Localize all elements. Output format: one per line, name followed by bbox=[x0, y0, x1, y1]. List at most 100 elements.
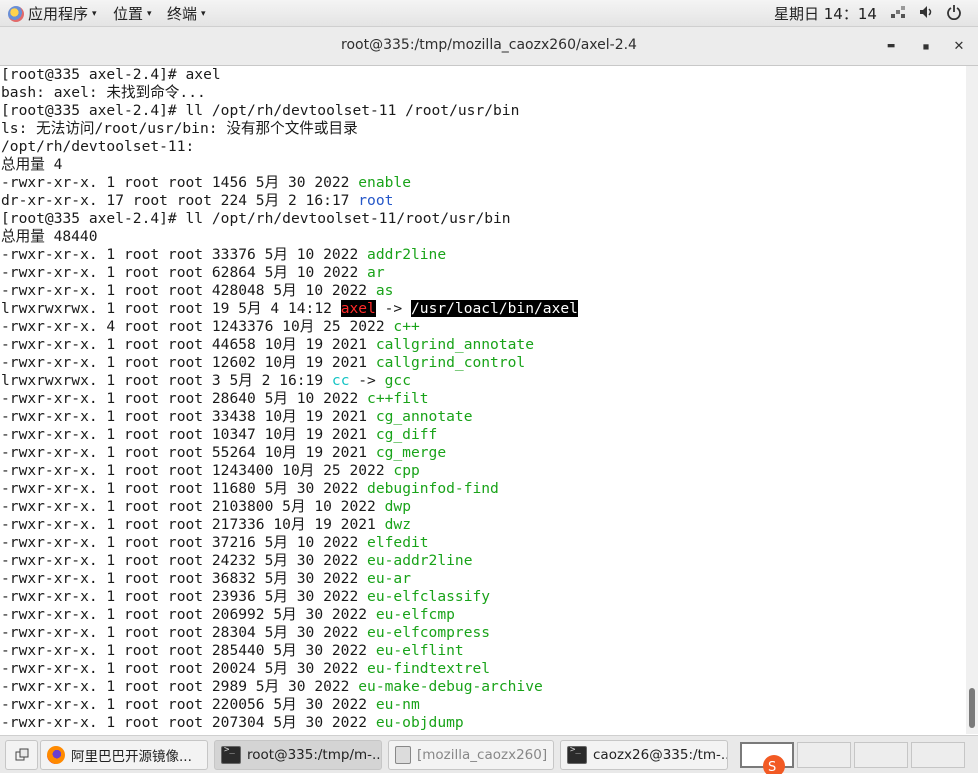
terminal-app-label: 终端 bbox=[167, 5, 198, 23]
file-name: callgrind_control bbox=[375, 354, 526, 371]
line-text: -rwxr-xr-x. 1 root root 24232 5月 30 2022 bbox=[1, 552, 368, 569]
file-name: axel bbox=[340, 300, 376, 317]
terminal-line: /opt/rh/devtoolset-11: bbox=[1, 138, 194, 156]
line-text: -rwxr-xr-x. 1 root root 428048 5月 10 202… bbox=[1, 282, 376, 299]
terminal-line: -rwxr-xr-x. 1 root root 12602 10月 19 202… bbox=[1, 354, 525, 372]
task-folder-mozilla[interactable]: [mozilla_caozx260] bbox=[388, 740, 554, 770]
line-text: -rwxr-xr-x. 1 root root 285440 5月 30 202… bbox=[1, 642, 376, 659]
file-name: cc bbox=[331, 372, 350, 389]
line-text: -rwxr-xr-x. 1 root root 217336 10月 19 20… bbox=[1, 516, 385, 533]
file-name: addr2line bbox=[367, 246, 447, 263]
window-title: root@335:/tmp/mozilla_caozx260/axel-2.4 bbox=[341, 37, 637, 53]
terminal-line: [root@335 axel-2.4]# axel bbox=[1, 66, 221, 84]
file-name: cg_diff bbox=[375, 426, 438, 443]
terminal-line: -rwxr-xr-x. 1 root root 28304 5月 30 2022… bbox=[1, 624, 490, 642]
line-text: -rwxr-xr-x. 1 root root 55264 10月 19 202… bbox=[1, 444, 376, 461]
line-text: -rwxr-xr-x. 1 root root 2989 5月 30 2022 bbox=[1, 678, 359, 695]
input-method-icon[interactable]: S bbox=[762, 752, 802, 774]
minimize-button[interactable]: ▬ bbox=[880, 35, 902, 57]
applications-label: 应用程序 bbox=[28, 5, 89, 23]
terminal-line: [root@335 axel-2.4]# ll /opt/rh/devtools… bbox=[1, 102, 519, 120]
line-text: 总用量 48440 bbox=[1, 228, 98, 245]
file-name: eu-elflint bbox=[375, 642, 464, 659]
workspace-2[interactable] bbox=[797, 742, 851, 768]
line-text: -rwxr-xr-x. 1 root root 33438 10月 19 202… bbox=[1, 408, 376, 425]
workspace-4[interactable] bbox=[911, 742, 965, 768]
line-text: -rwxr-xr-x. 1 root root 12602 10月 19 202… bbox=[1, 354, 376, 371]
link-target: gcc bbox=[384, 372, 411, 389]
show-desktop-icon bbox=[15, 748, 28, 761]
line-text: -rwxr-xr-x. 1 root root 33376 5月 10 2022 bbox=[1, 246, 368, 263]
link-arrow: -> bbox=[375, 300, 411, 317]
close-button[interactable]: ✕ bbox=[948, 35, 970, 57]
line-text: bash: axel: 未找到命令... bbox=[1, 84, 206, 101]
file-name: c++filt bbox=[367, 390, 429, 407]
terminal-line: lrwxrwxrwx. 1 root root 19 5月 4 14:12 ax… bbox=[1, 300, 578, 318]
file-name: dwz bbox=[384, 516, 411, 533]
line-text: [root@335 axel-2.4]# ll /opt/rh/devtools… bbox=[1, 102, 520, 119]
terminal-line: [root@335 axel-2.4]# ll /opt/rh/devtools… bbox=[1, 210, 511, 228]
terminal-line: -rwxr-xr-x. 1 root root 220056 5月 30 202… bbox=[1, 696, 420, 714]
terminal-line: lrwxrwxrwx. 1 root root 3 5月 2 16:19 cc … bbox=[1, 372, 411, 390]
task-terminal-root[interactable]: root@335:/tmp/m-... bbox=[214, 740, 382, 770]
places-menu[interactable]: 位置 ▾ bbox=[113, 3, 152, 24]
terminal-line: 总用量 4 bbox=[1, 156, 62, 174]
line-text: -rwxr-xr-x. 1 root root 206992 5月 30 202… bbox=[1, 606, 376, 623]
file-name: c++ bbox=[393, 318, 420, 335]
scrollbar-thumb[interactable] bbox=[969, 688, 975, 728]
terminal-line: -rwxr-xr-x. 1 root root 33376 5月 10 2022… bbox=[1, 246, 446, 264]
terminal-app-menu[interactable]: 终端 ▾ bbox=[167, 3, 206, 24]
line-text: -rwxr-xr-x. 1 root root 220056 5月 30 202… bbox=[1, 696, 376, 713]
firefox-icon bbox=[47, 746, 65, 764]
terminal-line: -rwxr-xr-x. 1 root root 62864 5月 10 2022… bbox=[1, 264, 385, 282]
power-icon[interactable] bbox=[944, 2, 964, 22]
file-name: cpp bbox=[393, 462, 420, 479]
terminal-line: -rwxr-xr-x. 1 root root 2989 5月 30 2022 … bbox=[1, 678, 543, 696]
line-text: ls: 无法访问/root/usr/bin: 没有那个文件或目录 bbox=[1, 120, 358, 137]
close-icon: ✕ bbox=[953, 38, 965, 54]
task-firefox[interactable]: 阿里巴巴开源镜像... bbox=[40, 740, 208, 770]
task-terminal-caozx26[interactable]: caozx26@335:/tm-... bbox=[560, 740, 728, 770]
line-text: -rwxr-xr-x. 1 root root 10347 10月 19 202… bbox=[1, 426, 376, 443]
task-label: 阿里巴巴开源镜像... bbox=[71, 749, 192, 765]
volume-icon[interactable] bbox=[916, 2, 936, 22]
terminal-line: -rwxr-xr-x. 1 root root 217336 10月 19 20… bbox=[1, 516, 411, 534]
maximize-button[interactable]: ◼ bbox=[915, 35, 937, 57]
terminal-line: dr-xr-xr-x. 17 root root 224 5月 2 16:17 … bbox=[1, 192, 393, 210]
terminal-line: -rwxr-xr-x. 1 root root 33438 10月 19 202… bbox=[1, 408, 472, 426]
terminal-line: -rwxr-xr-x. 1 root root 36832 5月 30 2022… bbox=[1, 570, 411, 588]
chevron-down-icon: ▾ bbox=[201, 8, 206, 19]
window-titlebar[interactable]: root@335:/tmp/mozilla_caozx260/axel-2.4 … bbox=[0, 27, 978, 66]
link-target: /usr/loacl/bin/axel bbox=[411, 300, 578, 317]
show-desktop-button[interactable] bbox=[5, 740, 38, 770]
maximize-icon: ◼ bbox=[922, 41, 930, 51]
network-icon[interactable] bbox=[888, 2, 908, 22]
line-text: -rwxr-xr-x. 1 root root 1243400 10月 25 2… bbox=[1, 462, 394, 479]
line-text: lrwxrwxrwx. 1 root root 19 5月 4 14:12 bbox=[1, 300, 341, 317]
line-text: -rwxr-xr-x. 1 root root 207304 5月 30 202… bbox=[1, 714, 376, 731]
line-text: -rwxr-xr-x. 1 root root 44658 10月 19 202… bbox=[1, 336, 376, 353]
file-name: root bbox=[358, 192, 394, 209]
link-arrow: -> bbox=[349, 372, 385, 389]
terminal-line: -rwxr-xr-x. 1 root root 207304 5月 30 202… bbox=[1, 714, 464, 732]
file-name: callgrind_annotate bbox=[375, 336, 534, 353]
file-name: cg_annotate bbox=[375, 408, 473, 425]
file-name: as bbox=[375, 282, 394, 299]
terminal-output[interactable]: [root@335 axel-2.4]# axel bash: axel: 未找到… bbox=[0, 66, 966, 734]
scrollbar-track[interactable] bbox=[966, 66, 978, 734]
clock[interactable]: 星期日 14：14 bbox=[774, 3, 877, 24]
line-text: [root@335 axel-2.4]# ll /opt/rh/devtools… bbox=[1, 210, 511, 227]
applications-menu[interactable]: 应用程序 ▾ bbox=[8, 3, 97, 24]
workspace-3[interactable] bbox=[854, 742, 908, 768]
line-text: -rwxr-xr-x. 1 root root 36832 5月 30 2022 bbox=[1, 570, 368, 587]
line-text: [root@335 axel-2.4]# axel bbox=[1, 66, 221, 83]
terminal-line: -rwxr-xr-x. 1 root root 1456 5月 30 2022 … bbox=[1, 174, 411, 192]
terminal-line: -rwxr-xr-x. 1 root root 1243400 10月 25 2… bbox=[1, 462, 420, 480]
terminal-line: -rwxr-xr-x. 1 root root 44658 10月 19 202… bbox=[1, 336, 534, 354]
terminal-icon bbox=[567, 745, 587, 764]
folder-icon bbox=[395, 746, 411, 764]
chevron-down-icon: ▾ bbox=[147, 8, 152, 19]
line-text: -rwxr-xr-x. 1 root root 20024 5月 30 2022 bbox=[1, 660, 368, 677]
terminal-line: -rwxr-xr-x. 1 root root 11680 5月 30 2022… bbox=[1, 480, 499, 498]
file-name: debuginfod-find bbox=[367, 480, 499, 497]
